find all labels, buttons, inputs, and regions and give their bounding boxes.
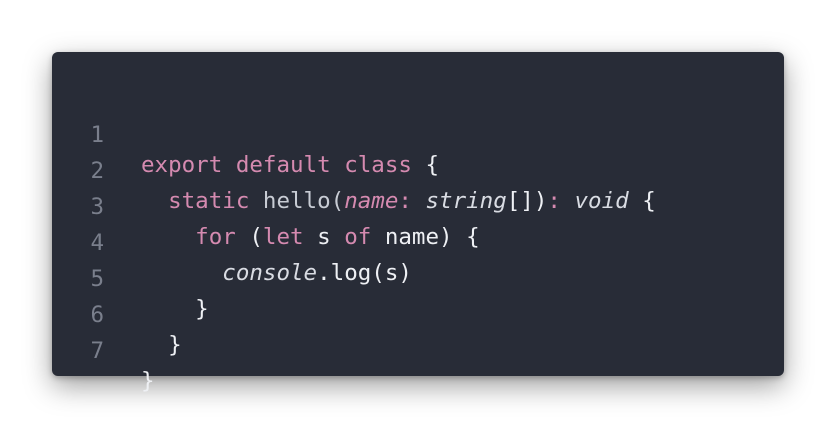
code-line: 4 console.log(s) xyxy=(52,198,784,286)
code-line: 5 } xyxy=(52,234,784,322)
code-line: 3 for (let s of name) { xyxy=(52,162,784,250)
code-snippet-card: 1 export default class { 2 static hello(… xyxy=(52,52,784,394)
code-block: 1 export default class { 2 static hello(… xyxy=(52,90,784,394)
code-line-content: } xyxy=(141,366,155,396)
code-line: 2 static hello(name: string[]): void { xyxy=(52,126,784,214)
code-line: 1 export default class { xyxy=(52,90,784,178)
code-line: 7 } xyxy=(52,306,784,394)
code-line: 6 } xyxy=(52,270,784,358)
line-number: 7 xyxy=(90,338,104,364)
code-token: } xyxy=(141,368,155,394)
